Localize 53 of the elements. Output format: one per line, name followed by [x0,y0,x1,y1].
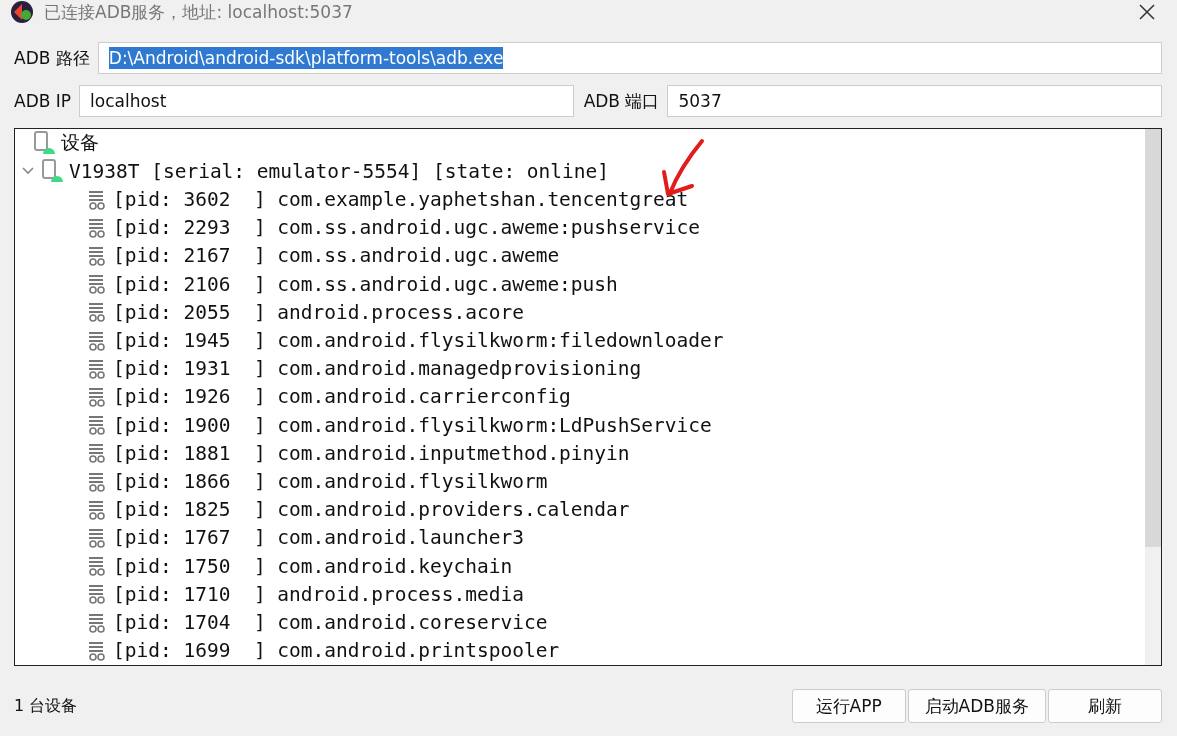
window-title: 已连接ADB服务，地址: localhost:5037 [44,0,353,24]
process-label[interactable]: [pid: 1931 ] com.android.managedprovisioning [113,357,642,381]
process-label[interactable]: [pid: 1767 ] com.android.launcher3 [113,526,524,550]
process-label[interactable]: [pid: 3602 ] com.example.yaphetshan.tencentgreat [113,188,689,211]
input-field[interactable]: D:\Android\android-sdk\platform-tools\adb.exe [97,42,1162,74]
process-label[interactable]: [pid: 1704 ] com.android.coreservice [113,611,548,635]
process-label[interactable]: [pid: 1900 ] com.android.flysilkworm:LdPushService [113,413,712,437]
process-icon [87,498,107,521]
device-label[interactable]: V1938T [serial: emulator-5554] [state: online] [69,159,610,183]
action-button[interactable]: 刷新 [1048,689,1162,723]
app-logo-icon [10,0,34,24]
process-label[interactable]: [pid: 1945 ] com.android.flysilkworm:filedownloader [113,329,724,352]
process-label[interactable]: [pid: 2106 ] com.ss.android.ugc.aweme:push [113,272,618,296]
input-field[interactable]: localhost [79,85,574,117]
process-label[interactable]: [pid: 2167 ] com.ss.android.ugc.aweme [113,244,560,268]
action-button[interactable]: 运行APP [791,689,906,723]
input-field[interactable]: 5037 [667,85,1162,117]
process-icon [87,244,107,267]
scrollbar[interactable] [1145,129,1161,665]
process-icon [87,639,107,662]
process-icon [87,301,107,324]
selected-text: D:\Android\android-sdk\platform-tools\adb.exe [108,47,504,69]
process-label[interactable]: [pid: 2293 ] com.ss.android.ugc.aweme:pushservice [113,216,700,240]
device-icon [41,159,63,184]
process-icon [87,216,107,239]
field-label: ADB 端口 [583,89,660,113]
process-label[interactable]: [pid: 1710 ] android.process.media [113,582,524,606]
process-icon [87,357,107,380]
process-icon [87,188,107,211]
action-button[interactable]: 启动ADB服务 [907,689,1046,723]
device-folder-icon [33,131,55,156]
process-label[interactable]: [pid: 1881 ] com.android.inputmethod.pinyin [113,441,630,465]
process-label[interactable]: [pid: 2055 ] android.process.acore [113,300,524,324]
field-label: ADB IP [14,91,72,111]
status-text: 1 台设备 [14,695,78,717]
process-icon [87,414,107,437]
process-icon [87,442,107,465]
process-icon [87,329,107,352]
process-label[interactable]: [pid: 1926 ] com.android.carrierconfig [113,385,571,409]
process-icon [87,273,107,296]
process-label[interactable]: [pid: 1699 ] com.android.printspooler [113,639,560,663]
process-label[interactable]: [pid: 1750 ] com.android.keychain [113,554,513,578]
process-icon [87,583,107,606]
process-label[interactable]: [pid: 1866 ] com.android.flysilkworm [113,470,548,494]
process-icon [87,385,107,408]
expand-chevron-icon[interactable] [21,166,35,177]
tree-root-label[interactable]: 设备 [61,130,99,157]
process-icon [87,611,107,634]
process-label[interactable]: [pid: 1825 ] com.android.providers.calendar [113,498,630,522]
process-icon [87,470,107,493]
process-icon [87,526,107,549]
process-icon [87,555,107,578]
field-label: ADB 路径 [14,46,90,70]
